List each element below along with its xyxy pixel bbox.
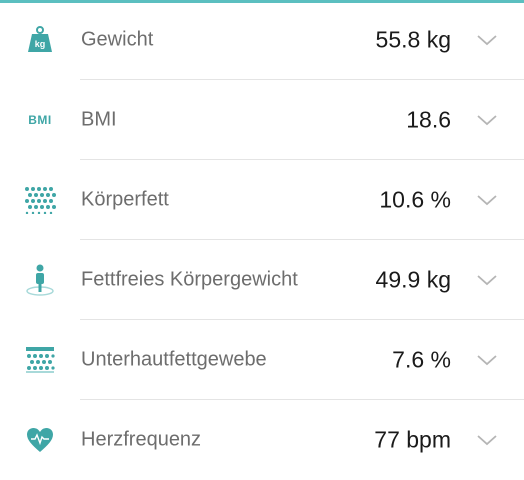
metric-row-heart-rate[interactable]: Herzfrequenz 77 bpm xyxy=(0,400,524,480)
chevron-down-icon[interactable] xyxy=(476,193,498,207)
metric-value: 55.8 kg xyxy=(375,26,451,53)
metric-row-bmi[interactable]: BMI BMI 18.6 xyxy=(0,80,524,160)
subcutaneous-fat-icon xyxy=(22,342,58,378)
metric-label: Fettfreies Körpergewicht xyxy=(81,268,298,291)
metric-value: 49.9 kg xyxy=(375,266,451,293)
metric-value: 10.6 % xyxy=(379,186,451,213)
chevron-down-icon[interactable] xyxy=(476,113,498,127)
metric-label: Unterhautfettgewebe xyxy=(81,348,267,371)
metric-value: 18.6 xyxy=(406,106,451,133)
body-fat-dots-icon xyxy=(22,182,58,218)
chevron-down-icon[interactable] xyxy=(476,273,498,287)
metric-row-subcutaneous-fat[interactable]: Unterhautfettgewebe 7.6 % xyxy=(0,320,524,400)
metric-value: 77 bpm xyxy=(374,426,451,453)
bmi-icon: BMI xyxy=(22,102,58,138)
metric-label: Körperfett xyxy=(81,188,169,211)
kg-weight-icon: kg xyxy=(22,22,58,58)
chevron-down-icon[interactable] xyxy=(476,33,498,47)
metric-row-weight[interactable]: kg Gewicht 55.8 kg xyxy=(0,0,524,80)
chevron-down-icon[interactable] xyxy=(476,353,498,367)
metric-label: Herzfrequenz xyxy=(81,428,202,451)
metric-label: BMI xyxy=(81,108,117,131)
heart-rate-icon xyxy=(22,422,58,458)
kg-icon-text: kg xyxy=(35,39,46,49)
chevron-down-icon[interactable] xyxy=(476,433,498,447)
bmi-icon-text: BMI xyxy=(28,113,52,127)
metric-label: Gewicht xyxy=(81,28,154,51)
lean-body-person-icon xyxy=(22,262,58,298)
metric-row-body-fat[interactable]: Körperfett 10.6 % xyxy=(0,160,524,240)
metric-value: 7.6 % xyxy=(392,346,451,373)
metric-row-lean-body-mass[interactable]: Fettfreies Körpergewicht 49.9 kg xyxy=(0,240,524,320)
